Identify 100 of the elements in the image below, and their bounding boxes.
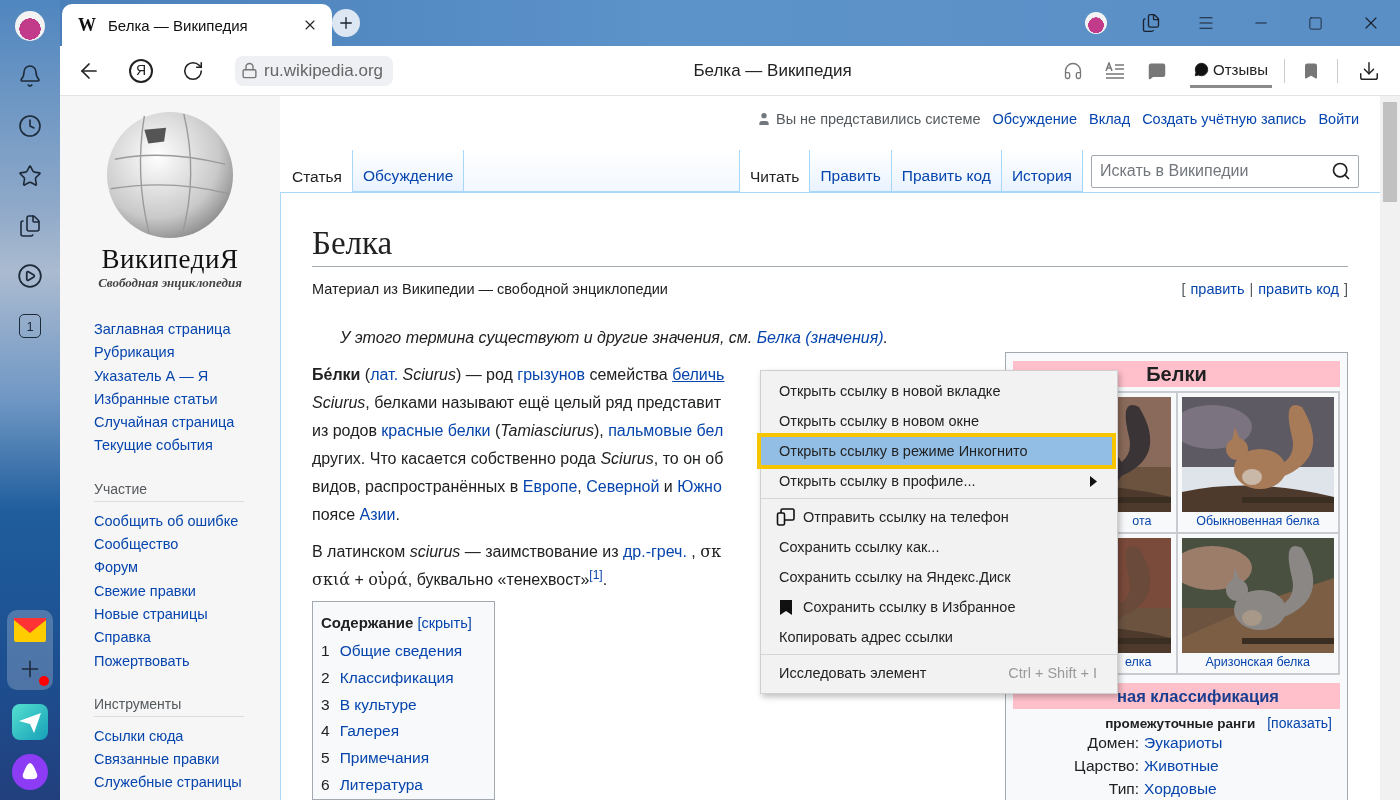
personal-link[interactable]: Обсуждение bbox=[992, 111, 1077, 127]
menu-item[interactable]: Копировать адрес ссылки bbox=[761, 622, 1117, 652]
article-link[interactable]: Южно bbox=[677, 478, 722, 495]
taxon-label: Домен: bbox=[1086, 733, 1139, 753]
contents-item[interactable]: 4 Галерея bbox=[321, 718, 486, 746]
address-bar[interactable]: ru.wikipedia.org bbox=[235, 55, 394, 86]
menu-item[interactable]: Отправить ссылку на телефон bbox=[761, 502, 1117, 532]
article-link[interactable]: Белка (значения) bbox=[756, 329, 884, 346]
page-tab[interactable]: Править bbox=[810, 150, 892, 192]
article-link[interactable]: др.-греч. bbox=[623, 543, 687, 560]
menu-item[interactable]: Сохранить ссылку в Избранное bbox=[761, 592, 1117, 622]
taxon-link[interactable]: Эукариоты bbox=[1144, 731, 1340, 754]
bracket: [ bbox=[1181, 280, 1186, 299]
reference-link[interactable]: [1] bbox=[589, 567, 603, 582]
triangle-circle-icon[interactable] bbox=[12, 754, 48, 790]
nav-link[interactable]: Избранные статьи bbox=[94, 387, 280, 412]
page-tab[interactable]: Обсуждение bbox=[352, 150, 465, 192]
nav-link[interactable]: Случайная страница bbox=[94, 411, 280, 435]
image-caption[interactable]: елка bbox=[1124, 653, 1172, 671]
contents-item[interactable]: 2 Классификация bbox=[321, 664, 486, 692]
phone-icon bbox=[776, 508, 796, 526]
image-caption[interactable]: Обыкновенная белка bbox=[1196, 512, 1320, 530]
nav-link[interactable]: Сообщество bbox=[94, 533, 280, 557]
wordmark: ВикипедиЯ bbox=[101, 244, 239, 274]
article-link[interactable]: Азии bbox=[359, 506, 396, 523]
image-caption[interactable]: ота bbox=[1132, 512, 1172, 530]
page-tab[interactable]: История bbox=[1001, 150, 1083, 192]
files-icon[interactable] bbox=[1140, 13, 1161, 33]
article-link[interactable]: пальмовые бел bbox=[608, 422, 724, 439]
personal-link[interactable]: Создать учётную запись bbox=[1142, 111, 1307, 127]
toggle-link[interactable]: [показать] bbox=[1267, 715, 1332, 731]
personal-link[interactable]: Войти bbox=[1318, 111, 1359, 127]
nav-link[interactable]: Рубрикация bbox=[94, 341, 280, 365]
article-link[interactable]: лат. bbox=[370, 366, 399, 383]
menu-item[interactable]: Сохранить ссылку на Яндекс.Диск bbox=[761, 562, 1117, 592]
plus-icon bbox=[337, 14, 355, 32]
nav-link[interactable]: Новые страницы bbox=[94, 602, 280, 627]
bell-icon[interactable] bbox=[18, 64, 42, 88]
image-caption[interactable]: Аризонская белка bbox=[1205, 653, 1310, 671]
nav-link[interactable]: Пожертвовать bbox=[94, 649, 280, 673]
maximize-icon[interactable] bbox=[1308, 15, 1323, 31]
nav-link[interactable]: Указатель А — Я bbox=[94, 364, 280, 388]
contents-item[interactable]: 6 Литература bbox=[321, 772, 486, 799]
headphones-icon[interactable] bbox=[1063, 60, 1084, 81]
article-link[interactable]: Европе bbox=[522, 478, 578, 495]
play-icon[interactable] bbox=[17, 263, 43, 289]
article-link[interactable]: Северной bbox=[586, 478, 660, 495]
nav-link[interactable]: Справка bbox=[94, 626, 280, 650]
reader-icon[interactable] bbox=[1105, 61, 1126, 80]
article-link[interactable]: беличь bbox=[672, 366, 725, 383]
nav-link[interactable]: Свежие правки bbox=[94, 579, 280, 603]
contents-item[interactable]: 1 Общие сведения bbox=[321, 638, 486, 665]
download-icon[interactable] bbox=[1358, 59, 1380, 82]
menu-icon[interactable] bbox=[1196, 14, 1215, 32]
edit-link[interactable]: править код bbox=[1258, 279, 1339, 299]
contents-item[interactable]: 3 В культуре bbox=[321, 691, 486, 719]
nav-link[interactable]: Ссылки сюда bbox=[94, 724, 280, 749]
star-icon[interactable] bbox=[18, 164, 42, 188]
nav-link[interactable]: Служебные страницы bbox=[94, 771, 280, 795]
bookmark-icon[interactable] bbox=[1302, 61, 1320, 80]
separator: | bbox=[1249, 280, 1254, 299]
page-tab[interactable]: Править код bbox=[891, 150, 1002, 192]
nav-link[interactable]: Форум bbox=[94, 556, 280, 580]
avatar-icon[interactable] bbox=[1084, 12, 1107, 34]
article-link[interactable]: грызунов bbox=[517, 366, 585, 383]
taxon-link[interactable]: Животные bbox=[1144, 754, 1340, 777]
submenu-arrow-icon bbox=[1090, 475, 1097, 487]
personal-link[interactable]: Вклад bbox=[1088, 111, 1131, 127]
article-link[interactable]: красные белки bbox=[381, 422, 491, 439]
article-subtitle: Материал из Википедии — свободной энциклопедии bbox=[312, 280, 668, 299]
scroll-thumb[interactable] bbox=[1383, 102, 1397, 202]
reload-icon[interactable] bbox=[182, 59, 204, 82]
bracket: ] bbox=[1343, 280, 1348, 299]
toggle-link[interactable]: [скрыть] bbox=[417, 612, 472, 634]
new-tab-button[interactable] bbox=[332, 9, 360, 37]
nav-link[interactable]: Заглавная страница bbox=[94, 318, 280, 342]
paper-plane-icon[interactable] bbox=[12, 704, 48, 740]
taxon-label: Царство: bbox=[1073, 756, 1139, 776]
logo-button[interactable]: Я bbox=[129, 58, 153, 83]
contents-item[interactable]: 5 Примечания bbox=[321, 745, 486, 772]
nav-link[interactable]: Связанные правки bbox=[94, 748, 280, 772]
nav-link[interactable]: Текущие события bbox=[94, 434, 280, 458]
files-icon[interactable] bbox=[18, 214, 42, 238]
reviews-button[interactable]: Отзывы bbox=[1190, 53, 1272, 88]
edit-link[interactable]: править bbox=[1190, 279, 1245, 299]
clock-icon[interactable] bbox=[18, 114, 42, 138]
menu-item[interactable]: Открыть ссылку в режиме Инкогнито bbox=[760, 436, 1113, 466]
puzzle-globe-icon bbox=[104, 110, 236, 240]
search-icon[interactable] bbox=[1331, 160, 1351, 181]
nav-link[interactable]: Сообщить об ошибке bbox=[94, 509, 280, 534]
search-field[interactable]: Искать в Википедии bbox=[1091, 154, 1359, 188]
menu-item[interactable]: Сохранить ссылку как... bbox=[761, 532, 1117, 562]
chat-icon[interactable] bbox=[1148, 61, 1167, 80]
tab-counter[interactable]: 1 bbox=[19, 314, 41, 338]
menu-item[interactable]: Открыть ссылку в новом окне bbox=[761, 406, 1117, 436]
browser-tab[interactable]: W Белка — Википедия bbox=[62, 4, 332, 46]
nav-heading: Участие bbox=[94, 477, 244, 502]
menu-item[interactable]: Открыть ссылку в профиле... bbox=[761, 466, 1117, 496]
taxon-link[interactable]: Хордовые bbox=[1144, 777, 1340, 800]
avatar-icon[interactable] bbox=[15, 11, 45, 41]
